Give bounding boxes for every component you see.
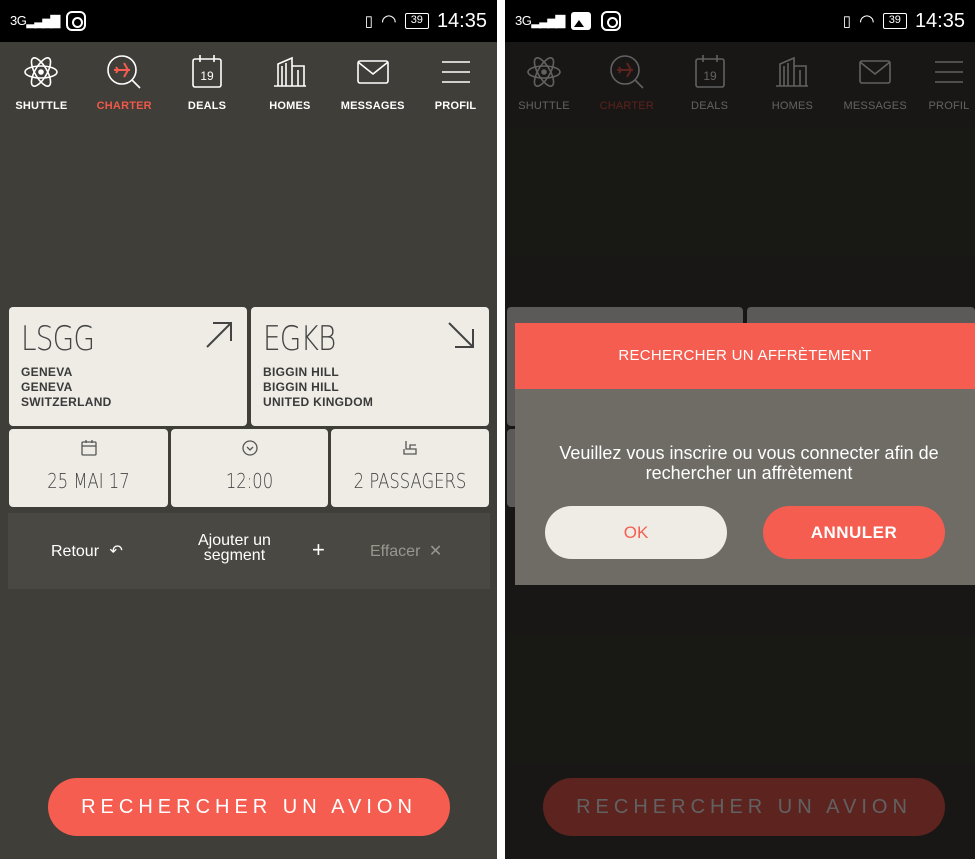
departure-city: GENEVA — [21, 365, 73, 379]
segment-actions: Retour ↶ Ajouter un segment + Effacer ✕ — [8, 513, 490, 589]
add-segment-label: Ajouter un — [198, 532, 271, 549]
arrival-details: BIGGIN HILL BIGGIN HILL UNITED KINGDOM — [263, 365, 373, 410]
cancel-button[interactable]: ANNULER — [763, 506, 945, 559]
seat-icon — [403, 441, 417, 455]
nav-item-deals[interactable]: 19 DEALS — [172, 52, 242, 112]
nav-item-profil[interactable]: PROFIL — [421, 52, 491, 112]
battery-icon: 39 — [404, 13, 429, 29]
clear-label: Effacer — [370, 543, 421, 560]
ok-button[interactable]: OK — [545, 506, 727, 559]
date-card[interactable]: 25 MAI 17 — [9, 429, 168, 507]
status-bar: 3G▂▃▅▇ ▯ ◠ 39 14:35 — [0, 0, 497, 42]
calendar-icon — [80, 440, 97, 456]
envelope-icon — [356, 60, 389, 84]
vibrate-icon: ▯ — [364, 13, 373, 30]
calendar-day: 19 — [200, 69, 214, 83]
battery-icon: 39 — [882, 13, 907, 29]
add-segment-label-2: segment — [203, 547, 266, 564]
signal-icon: 3G▂▃▅▇ — [515, 13, 565, 28]
back-button[interactable]: Retour ↶ — [51, 541, 123, 561]
nav-label: HOMES — [269, 100, 311, 112]
charter-dialog-screen: 3G▂▃▅▇ ▯ ◠ 39 14:35 SHUTTLE CHARTER 19 — [505, 0, 975, 859]
arrival-airport: BIGGIN HILL — [263, 380, 339, 394]
wifi-icon: ◠ — [858, 10, 875, 31]
building-icon — [273, 56, 306, 87]
nav-item-charter[interactable]: CHARTER — [89, 52, 159, 112]
time-card[interactable]: 12:00 — [171, 429, 328, 507]
clock: 14:35 — [436, 9, 487, 32]
clear-button[interactable]: Effacer ✕ — [370, 541, 442, 561]
signal-icon: 3G▂▃▅▇ — [10, 13, 60, 28]
close-icon: ✕ — [428, 543, 443, 560]
nav-label: CHARTER — [96, 100, 152, 112]
departure-code: LSGG — [21, 319, 95, 359]
vibrate-icon: ▯ — [842, 13, 851, 30]
instagram-icon — [66, 11, 87, 31]
gallery-icon — [571, 12, 592, 30]
add-segment-button[interactable]: Ajouter un segment — [198, 532, 271, 564]
status-bar: 3G▂▃▅▇ ▯ ◠ 39 14:35 — [505, 0, 975, 42]
wifi-icon: ◠ — [380, 10, 397, 31]
charter-screen: 3G▂▃▅▇ ▯ ◠ 39 14:35 SHUTTLE CHARTER 19 D… — [0, 0, 497, 859]
date-value: 25 MAI 17 — [47, 469, 130, 493]
arrival-country: UNITED KINGDOM — [263, 395, 374, 409]
atom-icon — [24, 57, 59, 87]
dialog-title: RECHERCHER UN AFFRÈTEMENT — [515, 323, 975, 389]
departure-details: GENEVA GENEVA SWITZERLAND — [21, 365, 112, 410]
top-nav: SHUTTLE CHARTER 19 DEALS HOMES MESSA — [0, 42, 497, 122]
dialog-message: Veuillez vous inscrire ou vous connecter… — [559, 443, 939, 483]
calendar-19-icon: 19 — [192, 55, 222, 88]
passengers-value: 2 PASSAGERS — [353, 469, 467, 493]
nav-label: SHUTTLE — [15, 100, 68, 112]
instagram-icon — [601, 11, 622, 31]
arrival-city: BIGGIN HILL — [263, 365, 339, 379]
clock-icon — [241, 440, 258, 456]
login-required-dialog: RECHERCHER UN AFFRÈTEMENT Veuillez vous … — [515, 323, 975, 585]
passengers-card[interactable]: 2 PASSAGERS — [331, 429, 489, 507]
nav-item-shuttle[interactable]: SHUTTLE — [6, 52, 76, 112]
clock: 14:35 — [914, 9, 965, 32]
nav-label: DEALS — [187, 100, 227, 112]
departure-country: SWITZERLAND — [21, 395, 112, 409]
departure-airport: GENEVA — [21, 380, 73, 394]
arrival-card[interactable]: EGKB BIGGIN HILL BIGGIN HILL UNITED KING… — [251, 307, 489, 426]
arrow-down-right-icon — [448, 322, 474, 348]
plane-search-icon — [107, 55, 141, 89]
time-value: 12:00 — [225, 469, 274, 493]
plus-icon[interactable]: + — [312, 537, 325, 563]
back-label: Retour — [51, 543, 100, 560]
undo-icon: ↶ — [109, 543, 123, 560]
arrow-up-right-icon — [206, 322, 232, 348]
nav-label: PROFIL — [434, 100, 477, 112]
arrival-code: EGKB — [263, 319, 336, 359]
menu-icon — [441, 61, 470, 83]
nav-item-homes[interactable]: HOMES — [255, 52, 325, 112]
nav-item-messages[interactable]: MESSAGES — [338, 52, 408, 112]
departure-card[interactable]: LSGG GENEVA GENEVA SWITZERLAND — [9, 307, 247, 426]
nav-label: MESSAGES — [340, 100, 405, 112]
search-aircraft-button[interactable]: RECHERCHER UN AVION — [48, 778, 450, 836]
